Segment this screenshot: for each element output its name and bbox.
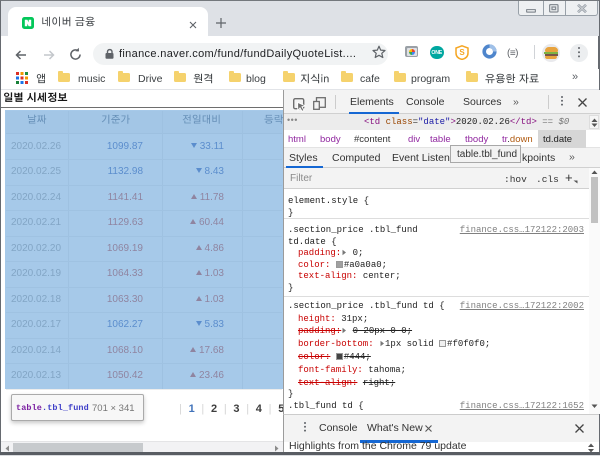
svg-text:S: S (459, 48, 465, 57)
